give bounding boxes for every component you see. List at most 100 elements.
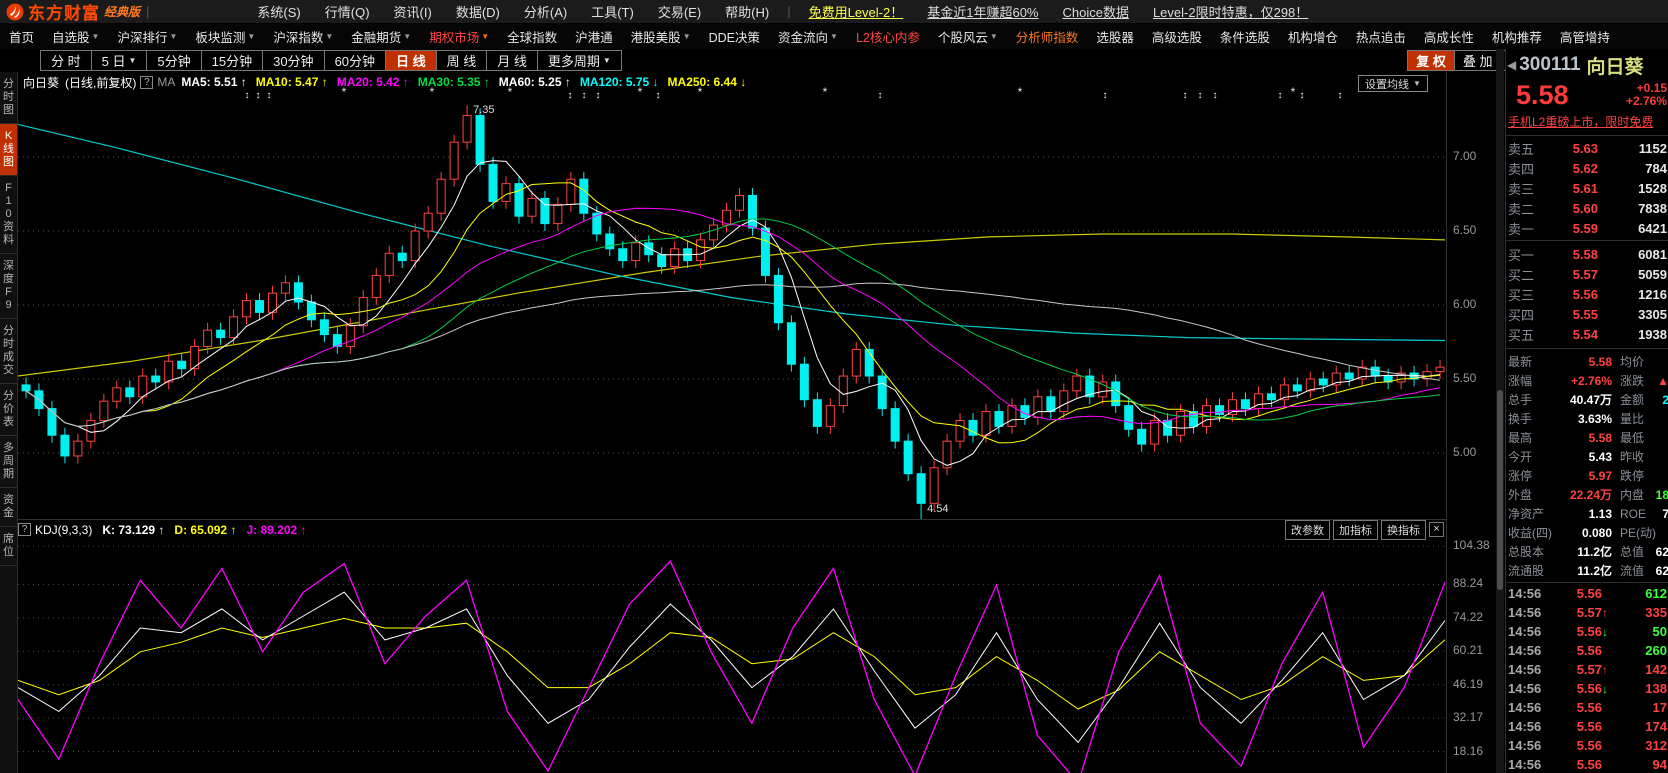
period-tab[interactable]: 月 线 [487, 51, 538, 70]
kdj-param-button[interactable]: 换指标 [1381, 520, 1426, 540]
kdj-param-button[interactable]: 加指标 [1333, 520, 1378, 540]
nav-item[interactable]: 首页 [0, 27, 43, 46]
menu-item[interactable]: 系统(S) [245, 2, 312, 21]
menu-item[interactable]: 帮助(H) [713, 2, 781, 21]
nav-item[interactable]: 热点追击 [1347, 27, 1415, 46]
nav-item-label: 期权市场 [429, 27, 479, 46]
period-tab-label: 5分钟 [157, 51, 190, 70]
bid-row[interactable]: 买一5.586081 [1506, 244, 1668, 264]
menu-item[interactable]: 工具(T) [579, 2, 646, 21]
nav-item[interactable]: 金融期货▼ [342, 27, 420, 46]
nav-item[interactable]: 机构推荐 [1483, 27, 1551, 46]
scrollbar-thumb[interactable] [1497, 390, 1503, 590]
bid-row[interactable]: 买四5.553305 [1506, 304, 1668, 324]
menu-item[interactable]: 分析(A) [512, 2, 579, 21]
bid-row[interactable]: 买三5.561216 [1506, 284, 1668, 304]
sidebar-item[interactable]: F10资料 [0, 176, 17, 254]
sidebar-item-char: 分 [0, 78, 17, 91]
bid-row[interactable]: 买五5.541938 [1506, 324, 1668, 344]
tick-volume: 174 [1614, 719, 1667, 734]
bid-row[interactable]: 买二5.575059 [1506, 264, 1668, 284]
level-label: 买一 [1508, 245, 1542, 264]
tick-row: 14:565.57↑142 [1506, 660, 1668, 679]
help-icon[interactable]: ? [140, 76, 153, 89]
nav-item[interactable]: 资金流向▼ [769, 27, 847, 46]
svg-text:7.35: 7.35 [473, 104, 494, 116]
sidebar-item-char: 线 [0, 143, 17, 156]
menu-item[interactable]: 交易(E) [646, 2, 713, 21]
promo-link[interactable]: Level-2限时特惠，仅298！ [1153, 2, 1308, 21]
nav-item[interactable]: 板块监测▼ [186, 27, 264, 46]
kdj-axis: 104.3888.2474.2260.2146.1932.1718.16 [1446, 519, 1496, 773]
nav-item[interactable]: 机构增仓 [1279, 27, 1347, 46]
ask-row[interactable]: 卖一5.596421 [1506, 218, 1668, 238]
sidebar-item[interactable]: 分价表 [0, 384, 17, 436]
nav-item[interactable]: 选股器 [1087, 27, 1143, 46]
nav-item[interactable]: 沪深指数▼ [264, 27, 342, 46]
svg-text:↕: ↕ [1338, 90, 1343, 101]
sidebar-item[interactable]: 分时图 [0, 72, 17, 124]
stat-row: 总股本11.2亿总值62 [1506, 542, 1668, 561]
period-tab[interactable]: 5 日▼ [92, 51, 148, 70]
sidebar-item-char: 度 [0, 273, 17, 286]
promo-link[interactable]: 免费用Level-2！ [809, 2, 904, 21]
nav-item[interactable]: 个股风云▼ [929, 27, 1007, 46]
close-icon[interactable]: × [1429, 522, 1444, 537]
ask-row[interactable]: 卖五5.631152 [1506, 138, 1668, 158]
sidebar-item[interactable]: 深度F9 [0, 254, 17, 319]
period-tab[interactable]: 分 时 [41, 51, 92, 70]
nav-item[interactable]: 分析师指数 [1007, 27, 1088, 46]
nav-item-label: 选股器 [1096, 27, 1134, 46]
nav-item[interactable]: 港股美股▼ [622, 27, 700, 46]
level-volume: 1938 [1598, 327, 1667, 342]
menu-item[interactable]: 行情(Q) [313, 2, 382, 21]
vertical-scrollbar[interactable] [1496, 49, 1504, 773]
nav-item[interactable]: 沪深排行▼ [108, 27, 186, 46]
promo-banner-link[interactable]: 手机L2重磅上市，限时免费 [1508, 113, 1668, 130]
menu-item[interactable]: 数据(D) [444, 2, 512, 21]
promo-link[interactable]: 基金近1年赚超60% [927, 2, 1038, 21]
nav-item[interactable]: L2核心内参 [847, 27, 929, 46]
tick-volume: 142 [1614, 662, 1667, 677]
sidebar-item[interactable]: K线图 [0, 124, 17, 176]
nav-item[interactable]: 自选股▼ [43, 27, 108, 46]
nav-item-label: 机构推荐 [1492, 27, 1542, 46]
nav-item[interactable]: 全球指数 [498, 27, 566, 46]
sidebar-item[interactable]: 多周期 [0, 436, 17, 488]
menu-item[interactable]: 资讯(I) [382, 2, 444, 21]
period-tab[interactable]: 15分钟 [202, 51, 263, 70]
svg-text:↕: ↕ [596, 90, 601, 101]
sidebar-item[interactable]: 分时成交 [0, 319, 17, 384]
nav-item[interactable]: 高管增持 [1551, 27, 1619, 46]
chart-tool-button[interactable]: 复 权 [1408, 51, 1455, 70]
period-tab[interactable]: 周 线 [437, 51, 488, 70]
stat-value: 3.63% [1556, 412, 1612, 426]
period-tab[interactable]: 60分钟 [325, 51, 386, 70]
stat-value: 1.13 [1556, 507, 1612, 521]
price-axis-label: 7.00 [1453, 149, 1476, 163]
nav-item[interactable]: DDE决策 [700, 27, 769, 46]
kdj-param-button[interactable]: 改参数 [1285, 520, 1330, 540]
sidebar-item[interactable]: 席位 [0, 527, 17, 566]
kdj-help-icon[interactable]: ? [18, 523, 31, 536]
period-tab[interactable]: 30分钟 [263, 51, 324, 70]
nav-item[interactable]: 高成长性 [1415, 27, 1483, 46]
nav-item[interactable]: 高级选股 [1143, 27, 1211, 46]
kdj-chart[interactable] [18, 540, 1446, 773]
nav-item[interactable]: 沪港通 [566, 27, 622, 46]
candlestick-chart[interactable]: ********↕↕↕↕↕↕↕↕↕↕↕↕↕↕↕7.354.54 [18, 72, 1446, 519]
ask-row[interactable]: 卖三5.611528 [1506, 178, 1668, 198]
ma-settings-button[interactable]: 设置均线 ▼ [1358, 75, 1428, 92]
promo-link[interactable]: Choice数据 [1062, 2, 1128, 21]
period-tab[interactable]: 更多周期▼ [538, 51, 621, 70]
period-tab-label: 5 日 [102, 51, 126, 70]
nav-item[interactable]: 条件选股 [1211, 27, 1279, 46]
period-tab[interactable]: 5分钟 [147, 51, 201, 70]
ask-row[interactable]: 卖二5.607838 [1506, 198, 1668, 218]
ask-row[interactable]: 卖四5.62784 [1506, 158, 1668, 178]
sidebar-item[interactable]: 资金 [0, 488, 17, 527]
stat-row: 净资产1.13ROE7 [1506, 504, 1668, 523]
period-tab[interactable]: 日 线 [386, 51, 437, 70]
nav-item[interactable]: 期权市场▼ [420, 27, 498, 46]
collapse-panel-icon[interactable]: ◀ [1507, 58, 1516, 72]
